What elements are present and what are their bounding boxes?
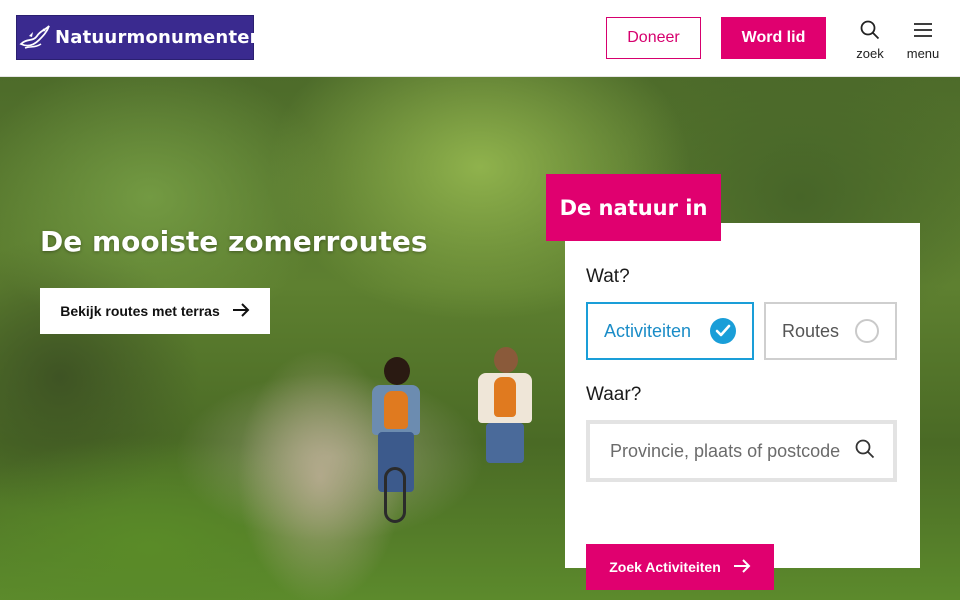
logo-bird-icon [17,16,53,59]
cyclist-right [470,347,540,477]
site-header: Natuurmonumenten Doneer Word lid zoek me… [0,0,960,77]
search-icon [860,20,880,45]
location-input[interactable] [610,440,850,462]
search-label: zoek [856,46,884,61]
hero-title: De mooiste zomerroutes [40,225,428,258]
location-search-field[interactable] [586,420,897,482]
header-search-button[interactable]: zoek [850,20,890,61]
hamburger-menu-icon [913,20,933,45]
zoek-activiteiten-label: Zoek Activiteiten [609,559,721,575]
zoek-activiteiten-button[interactable]: Zoek Activiteiten [586,544,774,590]
logo-text: Natuurmonumenten [55,27,263,48]
header-menu-button[interactable]: menu [903,20,943,61]
cyclist-left [362,357,432,527]
menu-label: menu [906,46,940,61]
logo[interactable]: Natuurmonumenten [16,15,262,60]
waar-label: Waar? [586,384,642,405]
check-circle-icon [710,318,736,344]
arrow-right-icon [733,558,751,576]
radio-empty-icon [855,319,879,343]
option-activiteiten[interactable]: Activiteiten [586,302,754,360]
hero-image: De mooiste zomerroutes Bekijk routes met… [0,77,960,600]
option-activiteiten-label: Activiteiten [604,320,692,341]
option-routes-label: Routes [782,320,840,341]
doneer-button[interactable]: Doneer [606,17,701,59]
wat-label: Wat? [586,266,630,287]
search-icon[interactable] [855,439,875,464]
routes-met-terras-label: Bekijk routes met terras [60,303,220,319]
arrow-right-icon [232,302,250,320]
word-lid-button[interactable]: Word lid [721,17,826,59]
search-card-title: De natuur in [546,174,721,241]
routes-met-terras-button[interactable]: Bekijk routes met terras [40,288,270,334]
option-routes[interactable]: Routes [764,302,897,360]
